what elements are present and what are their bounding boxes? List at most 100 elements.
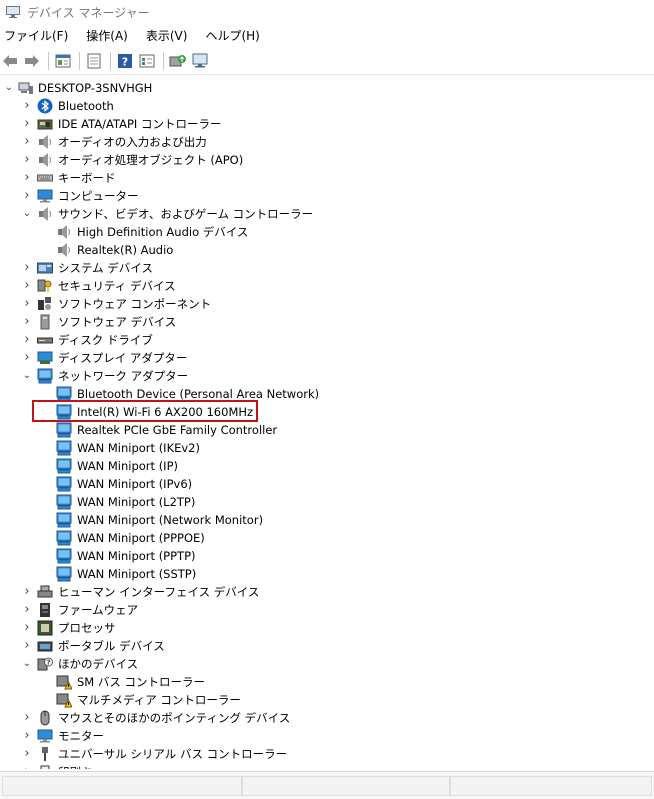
tree-item-label: ソフトウェア デバイス [58,315,177,329]
toolbar-separator [110,52,111,70]
tree-item-label: Bluetooth [58,99,114,113]
scan-hardware-icon[interactable] [190,51,210,71]
chevron-right-icon[interactable]: › [21,763,33,769]
tree-device[interactable]: High Definition Audio デバイス [0,223,654,241]
tree-device[interactable]: WAN Miniport (SSTP) [0,565,654,583]
menu-help[interactable]: ヘルプ(H) [199,26,265,46]
tree-item-label: ディスプレイ アダプター [58,351,188,365]
tree-device[interactable]: WAN Miniport (PPTP) [0,547,654,565]
tree-device[interactable]: WAN Miniport (IKEv2) [0,439,654,457]
properties-icon[interactable] [53,51,73,71]
tree-category[interactable]: › モニター [0,727,654,745]
chevron-right-icon[interactable]: › [21,583,33,601]
menu-view[interactable]: 表示(V) [140,26,194,46]
tree-item-label: WAN Miniport (SSTP) [77,567,197,581]
tree-device[interactable]: Realtek(R) Audio [0,241,654,259]
tree-item-label: SM バス コントローラー [77,675,206,689]
tree-root[interactable]: ⌄ DESKTOP-3SNVHGH [0,79,654,97]
tree-item-label: ほかのデバイス [58,657,139,671]
tree-device[interactable]: WAN Miniport (IP) [0,457,654,475]
update-driver-icon[interactable] [168,51,188,71]
tree-category[interactable]: › ヒューマン インターフェイス デバイス [0,583,654,601]
tree-category[interactable]: ⌄ ネットワーク アダプター [0,367,654,385]
tree-category[interactable]: › Bluetooth [0,97,654,115]
chevron-right-icon[interactable]: › [21,637,33,655]
tree-item-label: ネットワーク アダプター [58,369,189,383]
monitor-icon [37,728,53,744]
tree-category[interactable]: › キーボード [0,169,654,187]
status-segment [450,776,652,796]
tree-category[interactable]: › 印刷キュー [0,763,654,769]
tree-category[interactable]: › オーディオの入力および出力 [0,133,654,151]
chevron-right-icon[interactable]: › [21,349,33,367]
usb-icon [37,746,53,762]
menu-file[interactable]: ファイル(F) [0,26,74,46]
tree-device[interactable]: Realtek PCIe GbE Family Controller [0,421,654,439]
forward-arrow-icon[interactable] [22,51,42,71]
chevron-right-icon[interactable]: › [21,745,33,763]
tree-category[interactable]: › ディスプレイ アダプター [0,349,654,367]
chevron-right-icon[interactable]: › [21,277,33,295]
tree-category[interactable]: › プロセッサ [0,619,654,637]
network-adapter-icon [56,566,72,582]
tree-item-label: WAN Miniport (PPTP) [77,549,196,563]
chevron-down-icon[interactable]: ⌄ [21,655,33,673]
help-icon[interactable]: ? [115,51,135,71]
chevron-right-icon[interactable]: › [21,115,33,133]
tree-category[interactable]: › セキュリティ デバイス [0,277,654,295]
speaker-icon [37,206,53,222]
portable-device-icon [37,638,53,654]
list-view-icon[interactable] [84,51,104,71]
chevron-right-icon[interactable]: › [21,187,33,205]
tree-device[interactable]: WAN Miniport (IPv6) [0,475,654,493]
tree-item-label: ファームウェア [58,603,139,617]
tree-item-label: ポータブル デバイス [58,639,165,653]
tree-category[interactable]: › ソフトウェア コンポーネント [0,295,654,313]
tree-device[interactable]: SM バス コントローラー [0,673,654,691]
tree-device[interactable]: マルチメディア コントローラー [0,691,654,709]
network-adapter-icon [56,458,72,474]
tree-category[interactable]: › コンピューター [0,187,654,205]
chevron-down-icon[interactable]: ⌄ [21,205,33,223]
chevron-right-icon[interactable]: › [21,709,33,727]
tree-category[interactable]: › オーディオ処理オブジェクト (APO) [0,151,654,169]
warning-device-icon [56,674,73,690]
chevron-right-icon[interactable]: › [21,619,33,637]
tree-category[interactable]: › システム デバイス [0,259,654,277]
network-adapter-icon [37,368,53,384]
svg-text:?: ? [46,659,50,667]
chevron-right-icon[interactable]: › [21,97,33,115]
chevron-right-icon[interactable]: › [21,727,33,745]
tree-item-label: ソフトウェア コンポーネント [58,297,212,311]
network-adapter-icon [56,440,72,456]
tree-category[interactable]: › マウスとそのほかのポインティング デバイス [0,709,654,727]
chevron-right-icon[interactable]: › [21,169,33,187]
chevron-right-icon[interactable]: › [21,331,33,349]
chevron-right-icon[interactable]: › [21,151,33,169]
chevron-right-icon[interactable]: › [21,313,33,331]
tree-category[interactable]: ⌄ サウンド、ビデオ、およびゲーム コントローラー [0,205,654,223]
chevron-right-icon[interactable]: › [21,601,33,619]
tree-device[interactable]: WAN Miniport (Network Monitor) [0,511,654,529]
menu-action[interactable]: 操作(A) [80,26,134,46]
chevron-right-icon[interactable]: › [21,259,33,277]
chevron-right-icon[interactable]: › [21,133,33,151]
show-hidden-icon[interactable] [137,51,157,71]
printer-icon [37,764,53,769]
back-arrow-icon[interactable] [0,51,20,71]
tree-device[interactable]: WAN Miniport (L2TP) [0,493,654,511]
chevron-down-icon[interactable]: ⌄ [3,79,15,97]
tree-category[interactable]: › ユニバーサル シリアル バス コントローラー [0,745,654,763]
tree-category[interactable]: › ファームウェア [0,601,654,619]
tree-category[interactable]: ⌄? ほかのデバイス [0,655,654,673]
chevron-right-icon[interactable]: › [21,295,33,313]
tree-item-label: Realtek(R) Audio [77,243,174,257]
tree-category[interactable]: › IDE ATA/ATAPI コントローラー [0,115,654,133]
tree-category[interactable]: › ディスク ドライブ [0,331,654,349]
tree-device[interactable]: WAN Miniport (PPPOE) [0,529,654,547]
toolbar-separator [48,52,49,70]
tree-category[interactable]: › ポータブル デバイス [0,637,654,655]
chevron-down-icon[interactable]: ⌄ [21,367,33,385]
svg-text:?: ? [122,56,128,69]
tree-category[interactable]: › ソフトウェア デバイス [0,313,654,331]
